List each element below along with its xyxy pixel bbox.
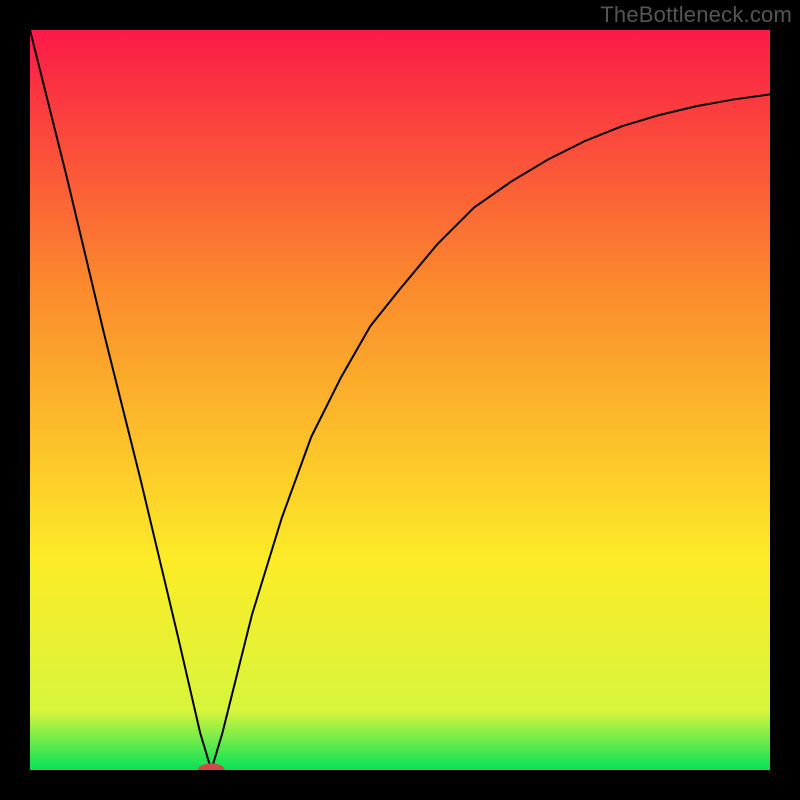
- gradient-background: [30, 30, 770, 770]
- plot-svg: [30, 30, 770, 770]
- watermark-text: TheBottleneck.com: [600, 2, 792, 28]
- chart-frame: TheBottleneck.com: [0, 0, 800, 800]
- plot-area: [30, 30, 770, 770]
